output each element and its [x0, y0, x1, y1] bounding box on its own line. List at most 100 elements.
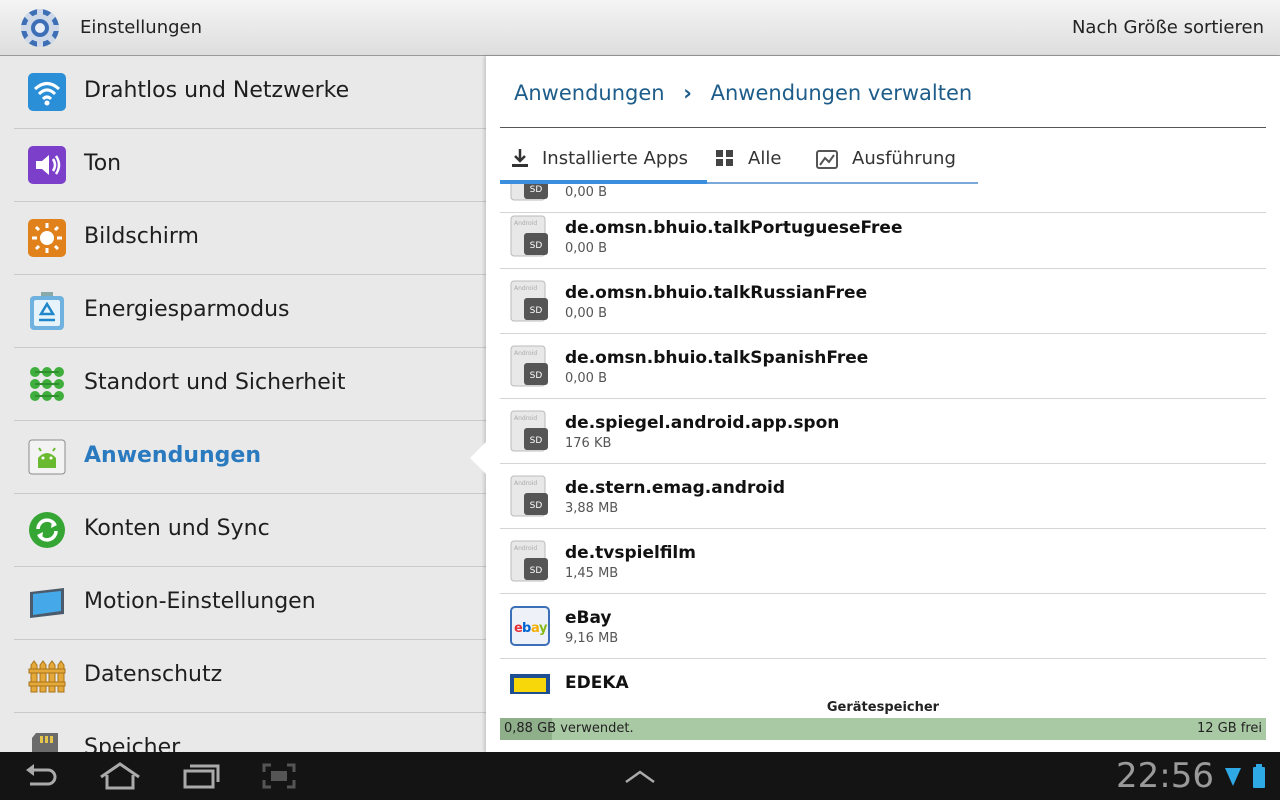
- installed-apps-list[interactable]: SD 0,00 B Android SD de.omsn.bhuio.talkP…: [500, 184, 1266, 694]
- svg-text:Android: Android: [514, 480, 537, 487]
- sidebar-item-label: Bildschirm: [84, 224, 199, 249]
- back-icon[interactable]: [22, 762, 58, 790]
- list-item[interactable]: Android SD de.spiegel.android.app.spon 1…: [500, 399, 1266, 464]
- wifi-icon: [28, 73, 66, 111]
- location-grid-icon: [30, 367, 64, 401]
- app-name: eBay: [565, 608, 612, 628]
- edeka-icon: [510, 674, 550, 694]
- tab-all[interactable]: Alle: [715, 136, 805, 184]
- sidebar-item-power-saving[interactable]: Energiesparmodus: [14, 275, 486, 348]
- tab-label: Ausführung: [852, 148, 956, 169]
- sd-card-icon: [32, 733, 58, 752]
- storage-used-text: 0,88 GB verwendet.: [504, 721, 634, 736]
- sd-app-icon: Android SD: [510, 410, 548, 452]
- sd-app-icon: Android SD: [510, 215, 548, 257]
- svg-text:SD: SD: [530, 566, 543, 576]
- sidebar-item-location-security[interactable]: Standort und Sicherheit: [14, 348, 486, 421]
- sidebar-item-label: Datenschutz: [84, 662, 223, 687]
- screenshot-icon[interactable]: [262, 762, 296, 790]
- download-icon: [512, 149, 528, 167]
- running-icon: [816, 150, 838, 169]
- brightness-icon: [28, 219, 66, 257]
- battery-icon: [1253, 764, 1265, 788]
- breadcrumb-current: Anwendungen verwalten: [710, 81, 973, 105]
- app-size: 176 KB: [565, 436, 612, 451]
- sidebar-item-label: Anwendungen: [84, 443, 261, 468]
- recent-apps-icon[interactable]: [182, 762, 220, 790]
- grid-icon: [716, 150, 733, 166]
- list-item[interactable]: Android SD de.omsn.bhuio.talkPortugueseF…: [500, 204, 1266, 269]
- chevron-up-icon[interactable]: [622, 762, 658, 790]
- sort-by-size-button[interactable]: Nach Größe sortieren: [1072, 17, 1264, 38]
- sidebar-item-storage[interactable]: Speicher: [14, 713, 486, 752]
- speaker-icon: [28, 146, 66, 184]
- sd-app-icon: Android SD: [510, 345, 548, 387]
- sidebar-item-motion[interactable]: Motion-Einstellungen: [14, 567, 486, 640]
- android-icon: [28, 439, 66, 475]
- sidebar-item-privacy[interactable]: Datenschutz: [14, 640, 486, 713]
- app-name: de.stern.emag.android: [565, 478, 786, 498]
- tab-installed-apps[interactable]: Installierte Apps: [500, 136, 707, 184]
- sd-app-icon: Android SD: [510, 280, 548, 322]
- list-item[interactable]: Android SD de.tvspielfilm 1,45 MB: [500, 529, 1266, 594]
- svg-text:SD: SD: [530, 185, 543, 195]
- svg-text:y: y: [539, 621, 548, 636]
- selection-pointer: [470, 441, 487, 475]
- breadcrumb-parent[interactable]: Anwendungen: [514, 81, 665, 105]
- storage-free-text: 12 GB frei: [1196, 721, 1262, 736]
- list-item[interactable]: Android SD de.omsn.bhuio.talkRussianFree…: [500, 269, 1266, 334]
- app-name: de.omsn.bhuio.talkPortugueseFree: [565, 218, 903, 238]
- content-pane: Anwendungen › Anwendungen verwalten Inst…: [486, 56, 1280, 752]
- sidebar-item-wireless[interactable]: Drahtlos und Netzwerke: [14, 56, 486, 129]
- settings-sidebar: Drahtlos und Netzwerke Ton Bildschirm En…: [0, 56, 486, 752]
- sidebar-item-label: Ton: [84, 151, 122, 176]
- tab-label: Installierte Apps: [542, 148, 689, 169]
- app-size: 0,00 B: [565, 306, 607, 321]
- app-name: de.tvspielfilm: [565, 543, 696, 563]
- sidebar-item-display[interactable]: Bildschirm: [14, 202, 486, 275]
- svg-text:SD: SD: [530, 501, 543, 511]
- svg-text:Android: Android: [514, 285, 537, 292]
- sidebar-item-label: Motion-Einstellungen: [84, 589, 316, 614]
- fence-icon: [28, 660, 66, 693]
- sidebar-item-label: Standort und Sicherheit: [84, 370, 346, 395]
- clock: 22:56: [1116, 756, 1214, 796]
- app-size: 9,16 MB: [565, 631, 619, 646]
- sidebar-item-sound[interactable]: Ton: [14, 129, 486, 202]
- storage-label: Gerätespeicher: [826, 700, 940, 715]
- svg-text:SD: SD: [530, 371, 543, 381]
- app-size: 3,88 MB: [565, 501, 619, 516]
- home-icon[interactable]: [98, 762, 142, 790]
- svg-text:b: b: [522, 621, 531, 636]
- svg-text:Android: Android: [514, 415, 537, 422]
- wifi-signal-icon: [1225, 768, 1241, 786]
- action-bar: Einstellungen Nach Größe sortieren: [0, 0, 1280, 56]
- svg-text:SD: SD: [530, 436, 543, 446]
- list-item[interactable]: Android SD de.stern.emag.android 3,88 MB: [500, 464, 1266, 529]
- tab-running[interactable]: Ausführung: [816, 136, 976, 184]
- app-size: 1,45 MB: [565, 566, 619, 581]
- app-size: 0,00 B: [565, 241, 607, 256]
- app-name: EDEKA: [565, 673, 629, 693]
- storage-bar: 0,88 GB verwendet. 12 GB frei: [500, 718, 1266, 740]
- list-item[interactable]: e b a y eBay 9,16 MB: [500, 594, 1266, 659]
- tab-label: Alle: [748, 148, 782, 169]
- list-item[interactable]: Android SD de.omsn.bhuio.talkSpanishFree…: [500, 334, 1266, 399]
- sidebar-item-label: Speicher: [84, 735, 181, 752]
- breadcrumb-separator: ›: [683, 81, 692, 105]
- app-title: Einstellungen: [80, 17, 203, 38]
- app-name: de.omsn.bhuio.talkSpanishFree: [565, 348, 869, 368]
- svg-text:Android: Android: [514, 350, 537, 357]
- sidebar-item-label: Drahtlos und Netzwerke: [84, 78, 350, 103]
- breadcrumb: Anwendungen › Anwendungen verwalten: [514, 80, 972, 105]
- sidebar-item-accounts-sync[interactable]: Konten und Sync: [14, 494, 486, 567]
- svg-text:Android: Android: [514, 545, 537, 552]
- settings-gear-icon[interactable]: [18, 6, 62, 50]
- tablet-icon: [30, 588, 64, 618]
- app-name: de.omsn.bhuio.talkRussianFree: [565, 283, 868, 303]
- app-size: 0,00 B: [565, 371, 607, 386]
- sidebar-item-applications[interactable]: Anwendungen: [14, 421, 486, 494]
- system-bar: 22:56: [0, 752, 1280, 800]
- list-item[interactable]: EDEKA: [500, 659, 1266, 694]
- ebay-icon: e b a y: [510, 606, 550, 646]
